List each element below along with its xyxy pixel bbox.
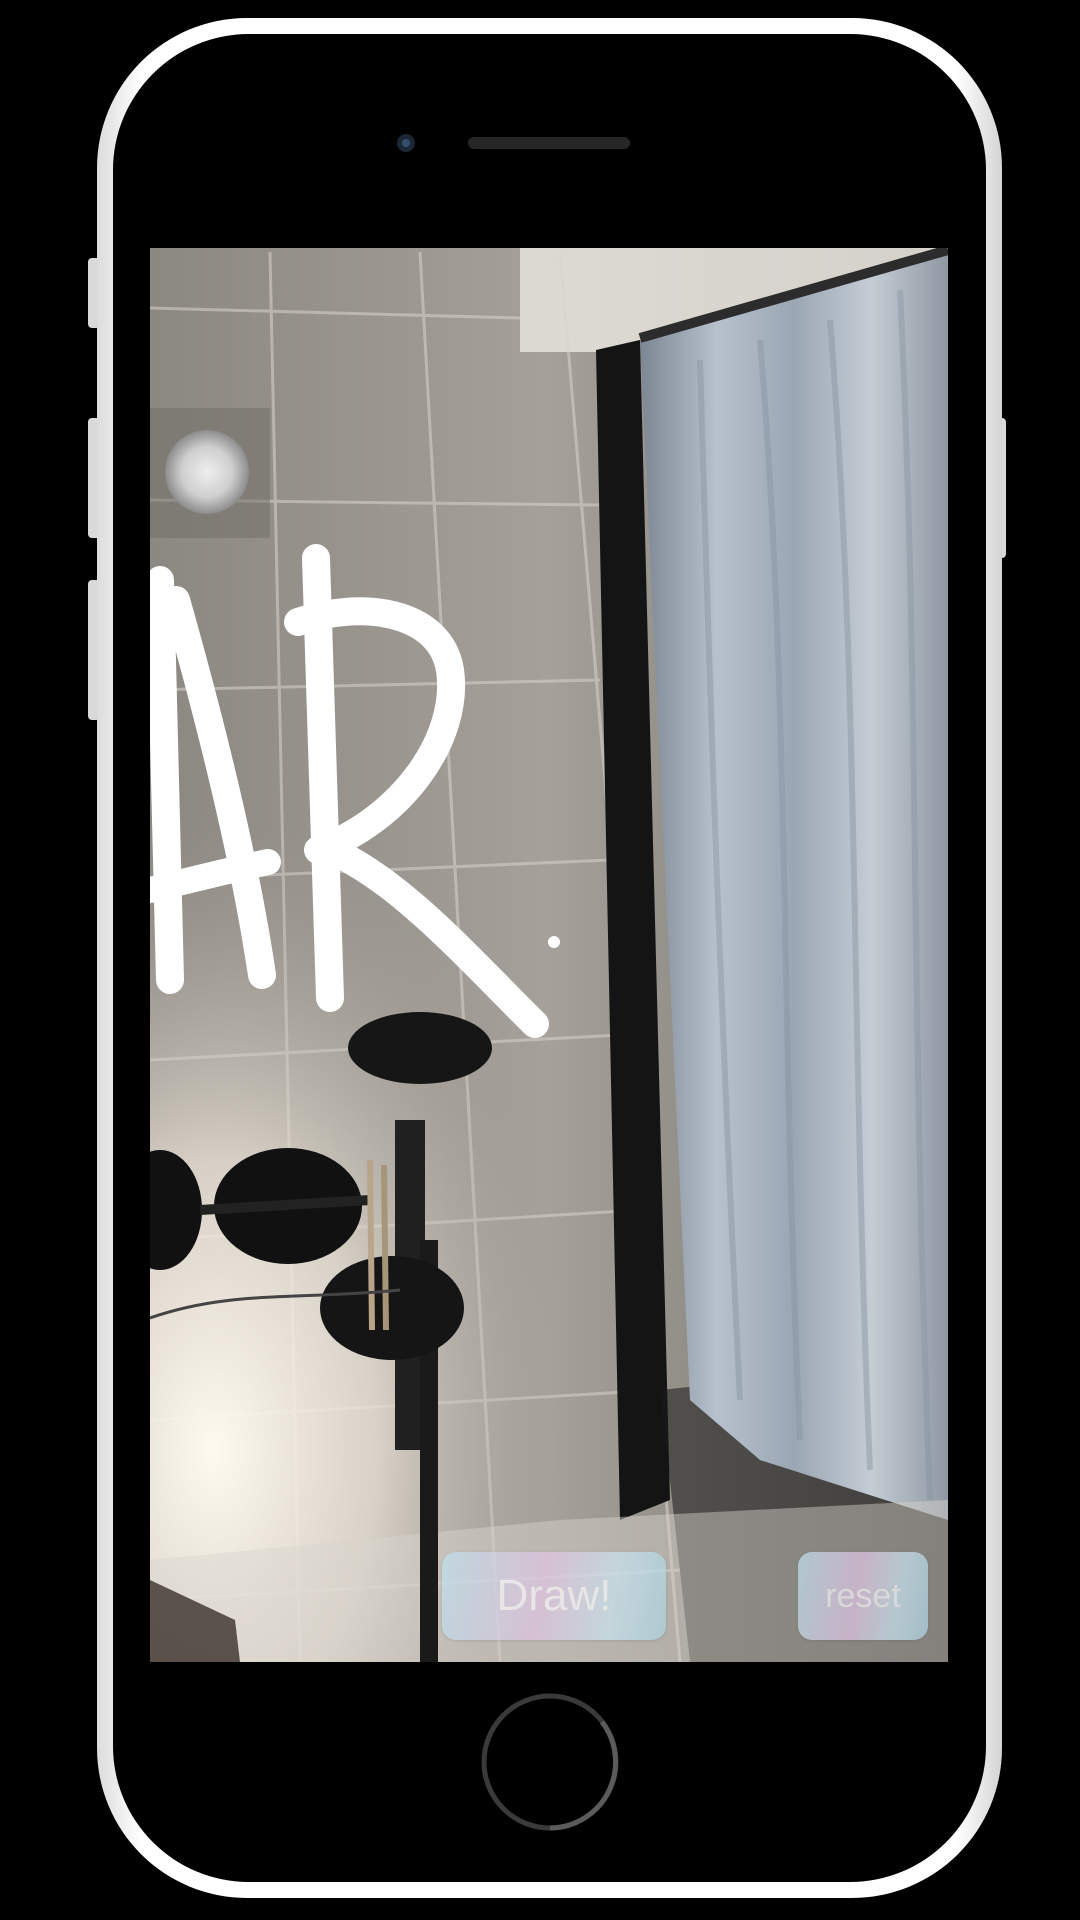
earpiece-speaker-icon [468, 137, 630, 149]
draw-button[interactable]: Draw! [442, 1552, 666, 1640]
camera-feed [150, 248, 948, 1662]
phone-mockup-stage: Draw! reset [0, 0, 1080, 1920]
reset-button[interactable]: reset [798, 1552, 928, 1640]
